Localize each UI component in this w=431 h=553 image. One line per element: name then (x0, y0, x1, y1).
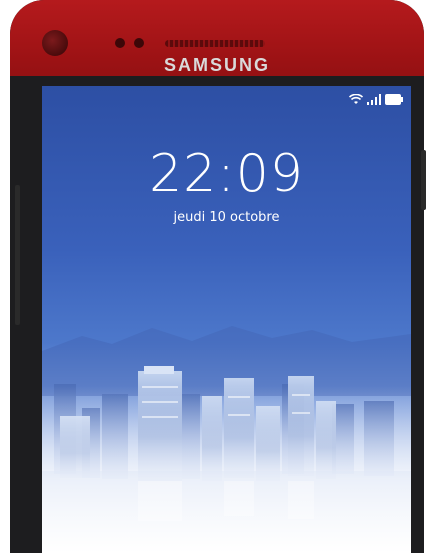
lock-screen[interactable]: 22:09 jeudi 10 octobre (42, 86, 411, 553)
status-bar (349, 94, 403, 105)
proximity-sensor (115, 38, 125, 48)
battery-icon (385, 94, 403, 105)
wallpaper-fade (42, 386, 411, 553)
front-camera (42, 30, 68, 56)
power-button[interactable] (421, 150, 426, 210)
brand-logo: SAMSUNG (163, 55, 270, 75)
lock-clock: 22:09 (149, 144, 304, 204)
lock-date: jeudi 10 octobre (173, 210, 280, 225)
volume-button[interactable] (15, 185, 20, 325)
phone-frame: SAMSUNG 22:09 jeudi 10 octobre (10, 0, 424, 553)
light-sensor (134, 38, 144, 48)
speaker-grille (165, 40, 265, 47)
wifi-icon (349, 94, 363, 105)
signal-icon (367, 94, 381, 105)
